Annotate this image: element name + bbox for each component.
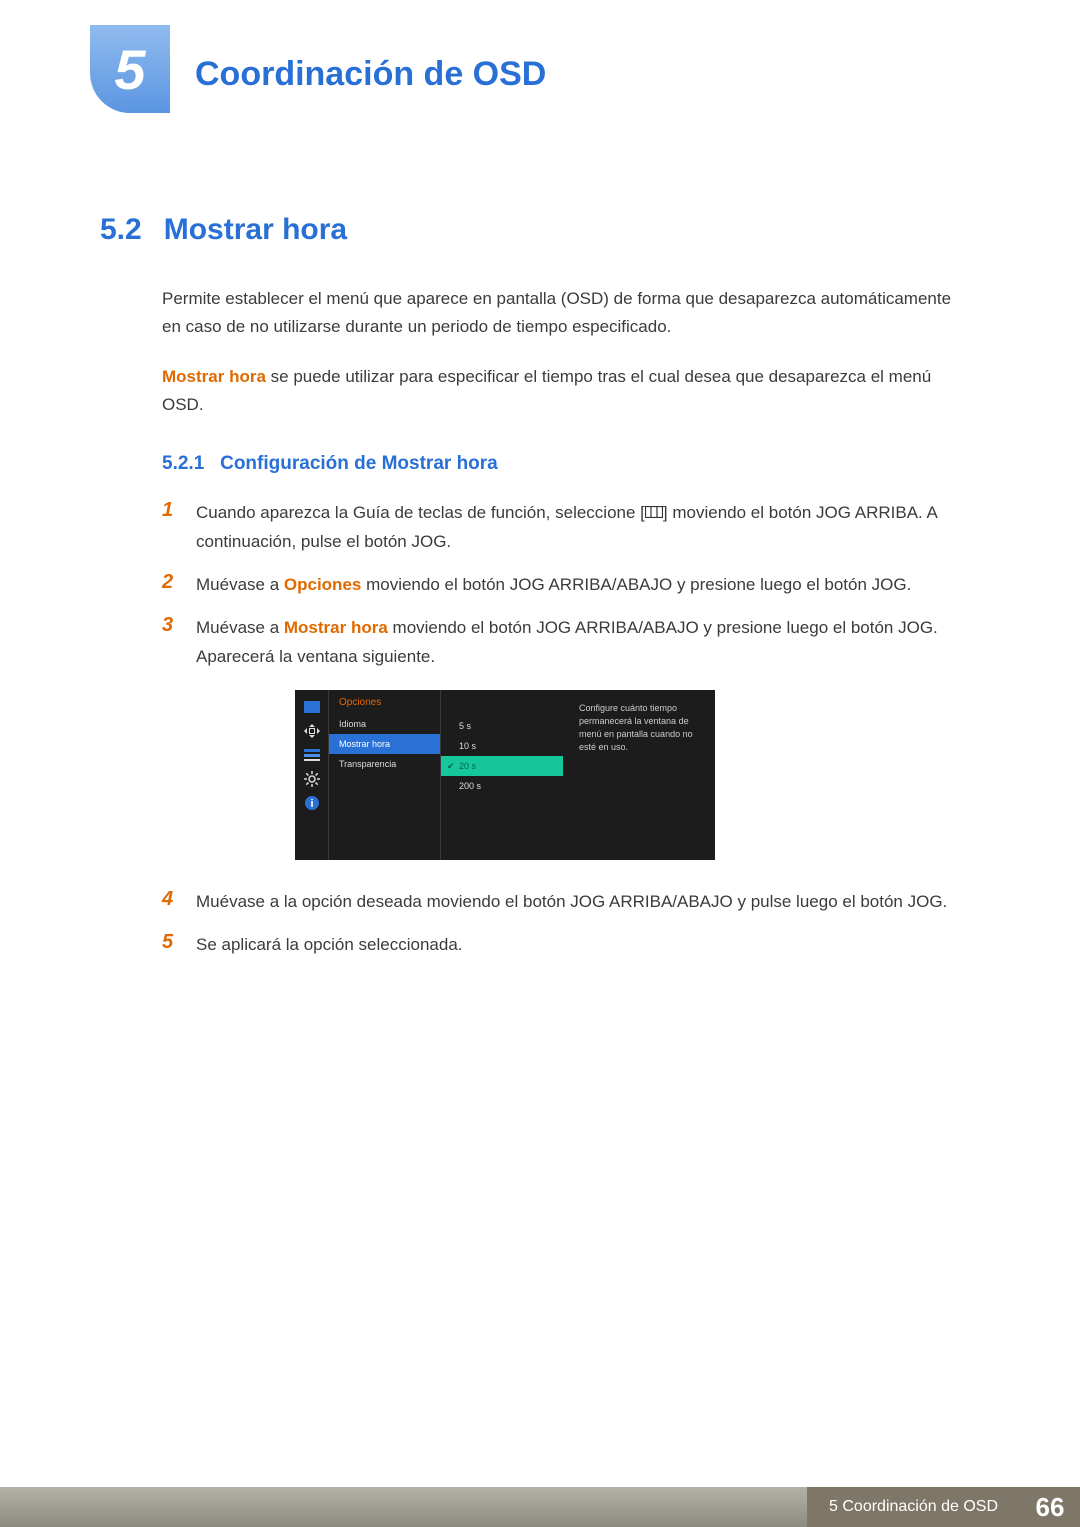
section-heading: 5.2 Mostrar hora: [100, 213, 980, 247]
chapter-title: Coordinación de OSD: [195, 25, 546, 94]
intro-paragraph-2: Mostrar hora se puede utilizar para espe…: [162, 363, 962, 419]
emphasis-mostrar-hora: Mostrar hora: [162, 367, 266, 386]
page-header: 5 Coordinación de OSD: [0, 0, 1080, 113]
section-number: 5.2: [100, 213, 142, 247]
osd-item-idioma: Idioma: [329, 714, 440, 734]
osd-option-20s: 20 s: [441, 756, 563, 776]
options-icon: [301, 744, 323, 766]
settings-icon: [301, 768, 323, 790]
step-text: Se aplicará la opción seleccionada.: [196, 931, 463, 960]
intro-paragraph-1: Permite establecer el menú que aparece e…: [162, 285, 962, 341]
footer-page-number: 66: [1020, 1487, 1080, 1527]
step-number: 1: [162, 499, 180, 522]
osd-options-column: 5 s 10 s 20 s 200 s: [441, 690, 563, 860]
osd-category-header: Opciones: [329, 695, 440, 714]
svg-text:i: i: [310, 798, 313, 810]
step-text: Muévase a Mostrar hora moviendo el botón…: [196, 614, 962, 672]
osd-item-transparencia: Transparencia: [329, 754, 440, 774]
step-number: 3: [162, 614, 180, 637]
steps-list-continued: 4 Muévase a la opción deseada moviendo e…: [162, 888, 980, 960]
emphasis-opciones: Opciones: [284, 575, 361, 594]
section-title: Mostrar hora: [164, 213, 347, 247]
step-number: 2: [162, 571, 180, 594]
footer-bar: [0, 1487, 807, 1527]
picture-icon: [301, 696, 323, 718]
step-5: 5 Se aplicará la opción seleccionada.: [162, 931, 962, 960]
osd-screenshot: i Opciones Idioma Mostrar hora Transpare…: [295, 690, 715, 860]
emphasis-mostrar-hora: Mostrar hora: [284, 618, 388, 637]
step-text: Cuando aparezca la Guía de teclas de fun…: [196, 499, 962, 557]
page-footer: 5 Coordinación de OSD 66: [0, 1487, 1080, 1527]
step-number: 5: [162, 931, 180, 954]
subsection-number: 5.2.1: [162, 453, 204, 474]
osd-item-mostrar-hora: Mostrar hora: [329, 734, 440, 754]
step-number: 4: [162, 888, 180, 911]
step-1: 1 Cuando aparezca la Guía de teclas de f…: [162, 499, 962, 557]
steps-list: 1 Cuando aparezca la Guía de teclas de f…: [162, 499, 980, 672]
screen-adjust-icon: [301, 720, 323, 742]
chapter-number-badge: 5: [90, 25, 170, 113]
osd-option-200s: 200 s: [441, 776, 563, 796]
step-3: 3 Muévase a Mostrar hora moviendo el bot…: [162, 614, 962, 672]
step-2: 2 Muévase a Opciones moviendo el botón J…: [162, 571, 962, 600]
menu-icon: [645, 499, 663, 528]
osd-option-5s: 5 s: [441, 716, 563, 736]
osd-sidebar: i: [295, 690, 329, 860]
osd-menu-column: Opciones Idioma Mostrar hora Transparenc…: [329, 690, 441, 860]
info-icon: i: [301, 792, 323, 814]
osd-help-text: Configure cuánto tiempo permanecerá la v…: [563, 690, 715, 860]
subsection-title: Configuración de Mostrar hora: [220, 453, 498, 474]
footer-chapter-label: 5 Coordinación de OSD: [807, 1487, 1020, 1527]
step-text: Muévase a la opción deseada moviendo el …: [196, 888, 947, 917]
step-text: Muévase a Opciones moviendo el botón JOG…: [196, 571, 911, 600]
step-4: 4 Muévase a la opción deseada moviendo e…: [162, 888, 962, 917]
subsection-heading: 5.2.1 Configuración de Mostrar hora: [162, 453, 980, 475]
osd-option-10s: 10 s: [441, 736, 563, 756]
intro-p2-text: se puede utilizar para especificar el ti…: [162, 367, 931, 414]
